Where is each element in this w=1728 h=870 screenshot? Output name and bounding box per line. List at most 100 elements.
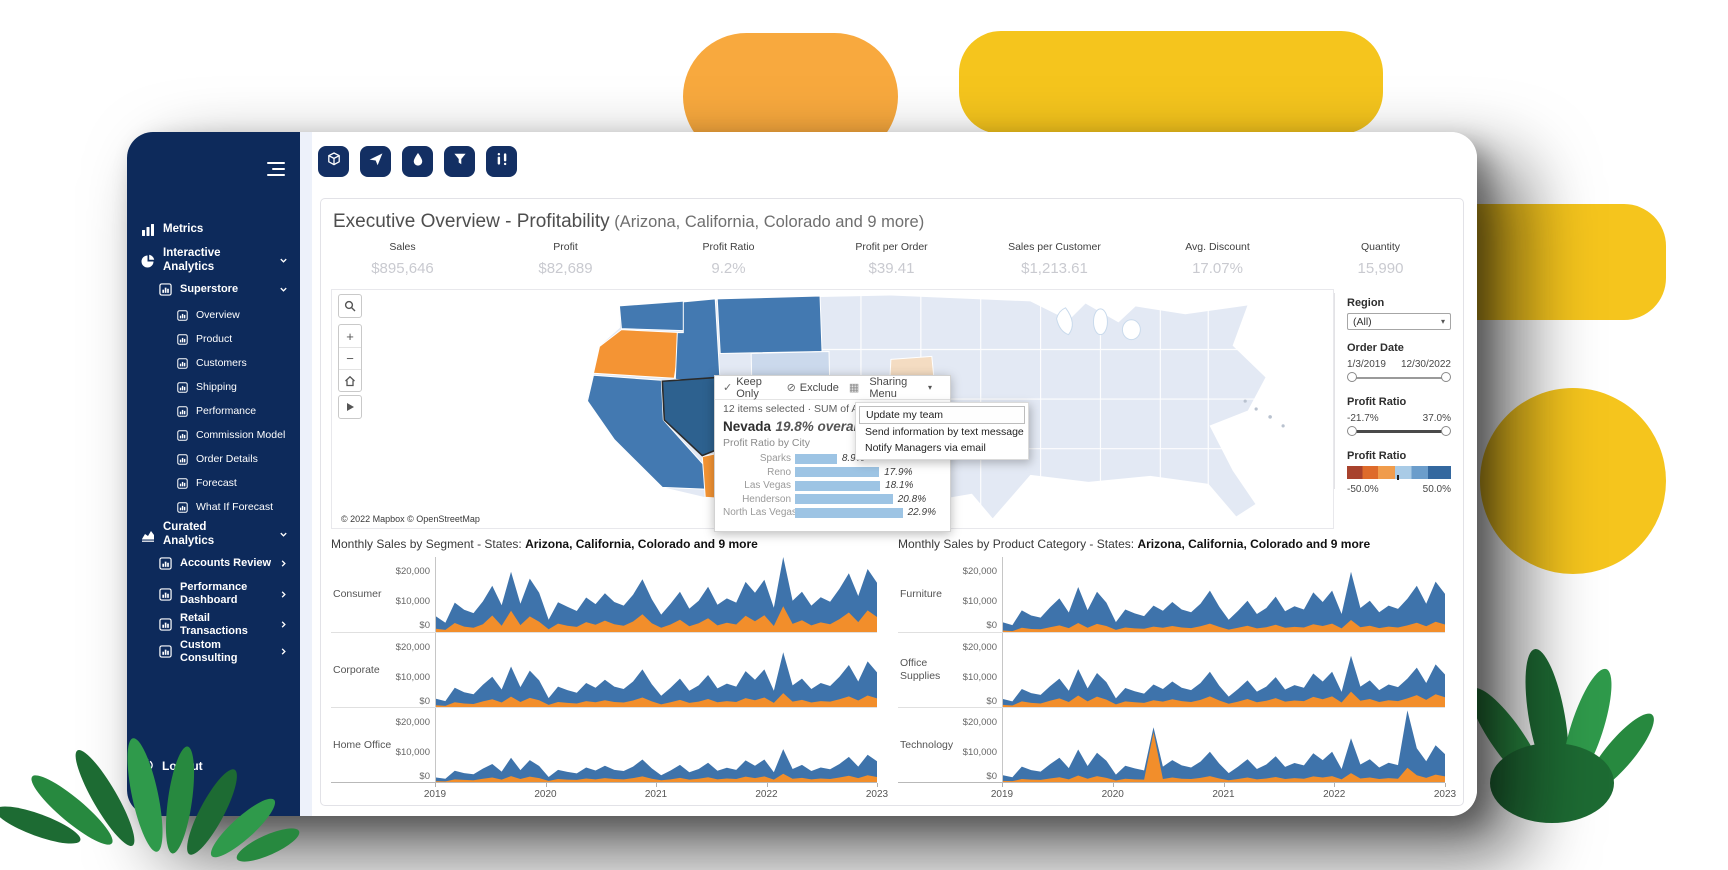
sidebar-item-commission-model[interactable]: Commission Model xyxy=(127,423,300,447)
x-axis-tick xyxy=(1334,783,1335,787)
toolbar-button-filter[interactable] xyxy=(444,146,475,177)
slider-handle-right[interactable] xyxy=(1441,372,1451,382)
map-panel[interactable]: + − © 2022 Mapbox © OpenStreetMap xyxy=(331,289,1334,529)
zoom-out-button[interactable]: − xyxy=(339,347,361,369)
tooltip-bar-henderson[interactable]: Henderson20.8% xyxy=(723,493,942,507)
sidebar-item-product[interactable]: Product xyxy=(127,327,300,351)
toolbar-button-columns[interactable] xyxy=(486,146,517,177)
sidebar-item-order-details[interactable]: Order Details xyxy=(127,447,300,471)
toolbar-button-droplet[interactable] xyxy=(402,146,433,177)
kpi-value: 15,990 xyxy=(1299,260,1462,277)
y-tick-label: $10,000 xyxy=(396,672,430,683)
bar xyxy=(795,454,837,464)
context-menu-item-notify-managers-via-email[interactable]: Notify Managers via email xyxy=(859,440,1025,456)
map-search-button[interactable] xyxy=(338,294,362,318)
kpi-value: $895,646 xyxy=(321,260,484,277)
order-date-filter-label: Order Date xyxy=(1347,342,1464,354)
context-menu-item-send-information-by-text-message[interactable]: Send information by text message xyxy=(859,424,1025,440)
x-axis-label: 2019 xyxy=(991,789,1013,800)
tooltip-overall-value: 19.8% overall xyxy=(775,419,861,434)
plot-area[interactable] xyxy=(1002,557,1445,632)
plot-area[interactable] xyxy=(1002,633,1445,707)
x-axis-tick xyxy=(877,783,878,787)
sidebar-item-label: Retail Transactions xyxy=(180,612,276,637)
pan-arrow-icon[interactable] xyxy=(339,396,361,418)
area-series-sales[interactable] xyxy=(436,652,877,707)
zoom-home-button[interactable] xyxy=(339,369,361,391)
slider-handle-right[interactable] xyxy=(1441,426,1451,436)
y-tick-label: $0 xyxy=(419,696,430,707)
chart-title: Monthly Sales by Product Category - Stat… xyxy=(898,537,1445,557)
sidebar-item-forecast[interactable]: Forecast xyxy=(127,471,300,495)
sidebar-item-what-if-forecast[interactable]: What If Forecast xyxy=(127,495,300,519)
cube-icon xyxy=(326,151,342,172)
order-date-slider[interactable] xyxy=(1347,372,1451,384)
order-date-start: 1/3/2019 xyxy=(1347,359,1386,370)
toolbar-button-cube[interactable] xyxy=(318,146,349,177)
sidebar-item-retail-transactions[interactable]: Retail Transactions xyxy=(127,611,300,638)
sidebar-item-custom-consulting[interactable]: Custom Consulting xyxy=(127,638,300,665)
sidebar-item-metrics[interactable]: Metrics xyxy=(127,214,300,245)
x-axis-tick xyxy=(546,783,547,787)
y-tick-label: $10,000 xyxy=(396,596,430,607)
region-select[interactable]: (All) ▾ xyxy=(1347,313,1451,330)
sharing-menu-button[interactable]: Sharing Menu ▾ xyxy=(869,376,932,400)
boxchart-chart-icon xyxy=(177,502,188,513)
tooltip-bar-reno[interactable]: Reno17.9% xyxy=(723,466,942,480)
slider-handle-left[interactable] xyxy=(1347,372,1357,382)
context-menu-item-update-my-team[interactable]: Update my team xyxy=(859,406,1025,424)
toolbar-button-send[interactable] xyxy=(360,146,391,177)
kpi-profit-per-order: Profit per Order$39.41 xyxy=(810,241,973,277)
tooltip-bar-las-vegas[interactable]: Las Vegas18.1% xyxy=(723,479,942,493)
exclude-button[interactable]: ⊘ Exclude xyxy=(787,381,839,394)
sidebar-item-label: Custom Consulting xyxy=(180,639,276,664)
plot-area[interactable] xyxy=(1002,708,1445,782)
x-axis-tick xyxy=(1224,783,1225,787)
sidebar-item-performance[interactable]: Performance xyxy=(127,399,300,423)
kpi-label: Avg. Discount xyxy=(1136,241,1299,253)
sidebar-item-superstore[interactable]: Superstore xyxy=(127,276,300,303)
sidebar-item-shipping[interactable]: Shipping xyxy=(127,375,300,399)
plot-area[interactable] xyxy=(435,633,877,707)
bar xyxy=(795,508,903,518)
area-series-sales[interactable] xyxy=(436,749,877,782)
zoom-in-button[interactable]: + xyxy=(339,325,361,347)
slider-handle-left[interactable] xyxy=(1347,426,1357,436)
plot-area[interactable] xyxy=(435,557,877,632)
profit-ratio-legend-label: Profit Ratio xyxy=(1347,450,1464,462)
row-label: Home Office xyxy=(331,708,395,782)
kpi-value: $1,213.61 xyxy=(973,260,1136,277)
sidebar-item-customers[interactable]: Customers xyxy=(127,351,300,375)
decor-yellow-circle xyxy=(1480,388,1666,574)
keep-only-button[interactable]: ✓ Keep Only xyxy=(723,376,777,400)
sidebar-item-interactive-analytics[interactable]: Interactive Analytics xyxy=(127,245,300,276)
bar-value-label: 17.9% xyxy=(884,467,912,478)
boxchart-chart-icon xyxy=(159,283,172,296)
chevron-down-icon xyxy=(279,256,288,265)
bar xyxy=(795,467,879,477)
sidebar-nav: Metrics Interactive AnalyticsSuperstoreOv… xyxy=(127,132,300,665)
droplet-icon xyxy=(410,151,426,172)
search-icon[interactable] xyxy=(339,295,361,317)
view-data-grid-icon[interactable]: ▦ xyxy=(849,381,859,394)
area-series-sales[interactable] xyxy=(436,557,877,632)
tooltip-bar-north-las-vegas[interactable]: North Las Vegas22.9% xyxy=(723,506,942,520)
map-pan-control[interactable] xyxy=(338,395,362,419)
sidebar-item-accounts-review[interactable]: Accounts Review xyxy=(127,550,300,577)
sidebar-item-overview[interactable]: Overview xyxy=(127,303,300,327)
sidebar-item-label: Shipping xyxy=(196,381,237,393)
hamburger-menu-icon[interactable] xyxy=(267,162,285,176)
y-axis-ticks: $20,000$10,000$0 xyxy=(962,708,1002,782)
kpi-row: Sales$895,646Profit$82,689Profit Ratio9.… xyxy=(321,241,1462,277)
area-series-sales[interactable] xyxy=(1003,710,1445,782)
bar-value-label: 22.9% xyxy=(908,507,936,518)
sidebar-item-performance-dashboard[interactable]: Performance Dashboard xyxy=(127,577,300,611)
plot-area[interactable] xyxy=(435,708,877,782)
profit-ratio-filter-label: Profit Ratio xyxy=(1347,396,1464,408)
sidebar-item-label: Metrics xyxy=(163,223,203,236)
profit-ratio-slider[interactable] xyxy=(1347,426,1451,438)
row-label: Office Supplies xyxy=(898,633,962,707)
area-series-sales[interactable] xyxy=(1003,656,1445,707)
area-series-sales[interactable] xyxy=(1003,572,1445,632)
sidebar-item-curated-analytics[interactable]: Curated Analytics xyxy=(127,519,300,550)
